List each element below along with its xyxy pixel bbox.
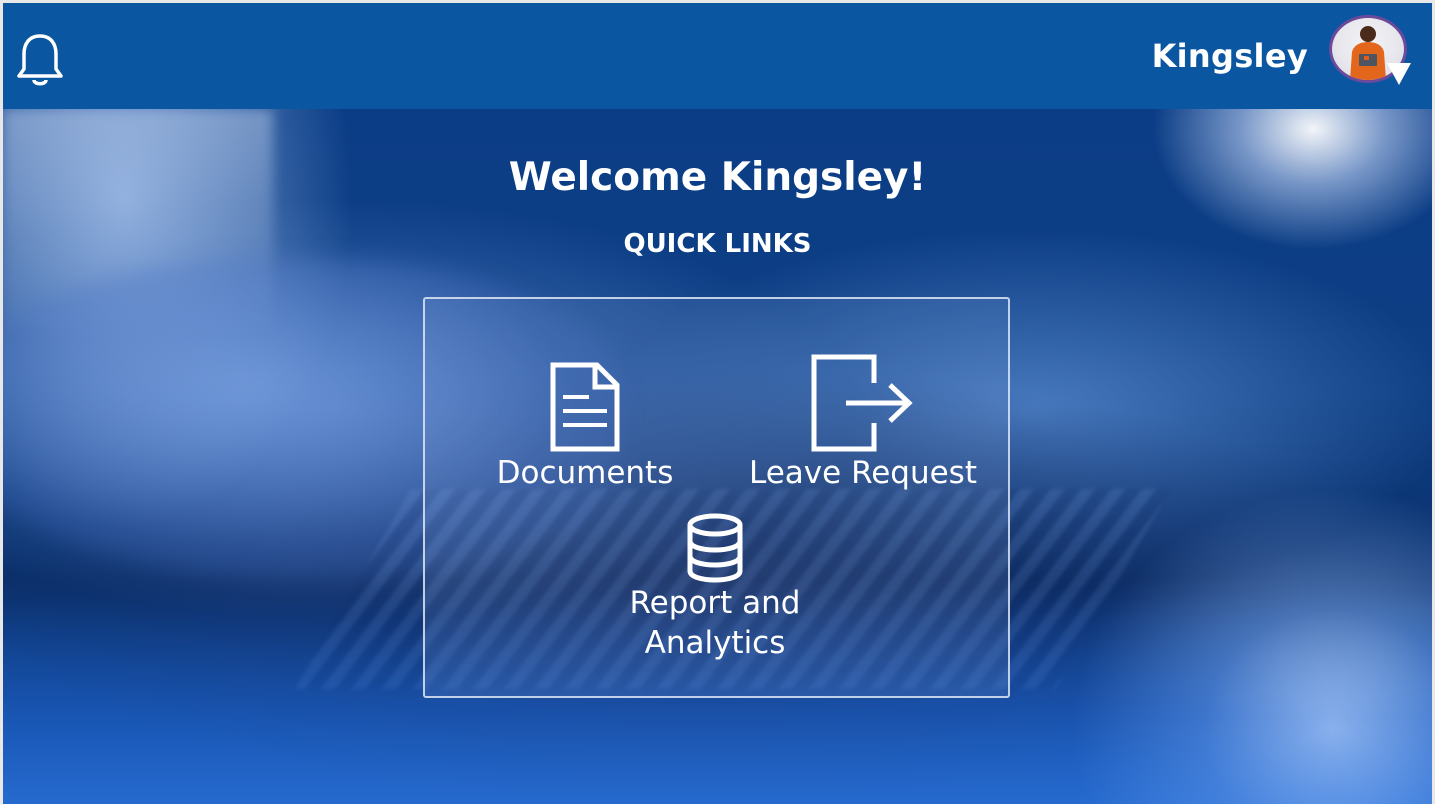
leave-request-label: Leave Request bbox=[749, 455, 977, 491]
documents-label: Documents bbox=[496, 455, 674, 491]
exit-arrow-icon bbox=[811, 354, 913, 452]
quick-link-report-analytics[interactable]: Report and Analytics bbox=[605, 513, 825, 663]
quick-links-panel: Documents Leave Request Report and Analy… bbox=[423, 297, 1010, 698]
report-label-line1: Report and bbox=[629, 585, 801, 621]
document-icon bbox=[550, 362, 620, 452]
database-icon bbox=[687, 513, 743, 583]
user-name: Kingsley bbox=[1151, 37, 1308, 75]
report-label-line2: Analytics bbox=[644, 625, 786, 661]
quick-link-leave-request[interactable]: Leave Request bbox=[743, 353, 983, 493]
app-window: Kingsley Welcome Kingsley! QUICK LINKS D… bbox=[3, 3, 1432, 804]
bell-icon[interactable] bbox=[15, 31, 65, 91]
top-bar: Kingsley bbox=[3, 3, 1432, 109]
quick-link-documents[interactable]: Documents bbox=[485, 361, 685, 493]
quick-links-title: QUICK LINKS bbox=[623, 229, 812, 259]
welcome-heading: Welcome Kingsley! bbox=[508, 155, 927, 200]
caret-down-icon[interactable] bbox=[1387, 63, 1411, 85]
